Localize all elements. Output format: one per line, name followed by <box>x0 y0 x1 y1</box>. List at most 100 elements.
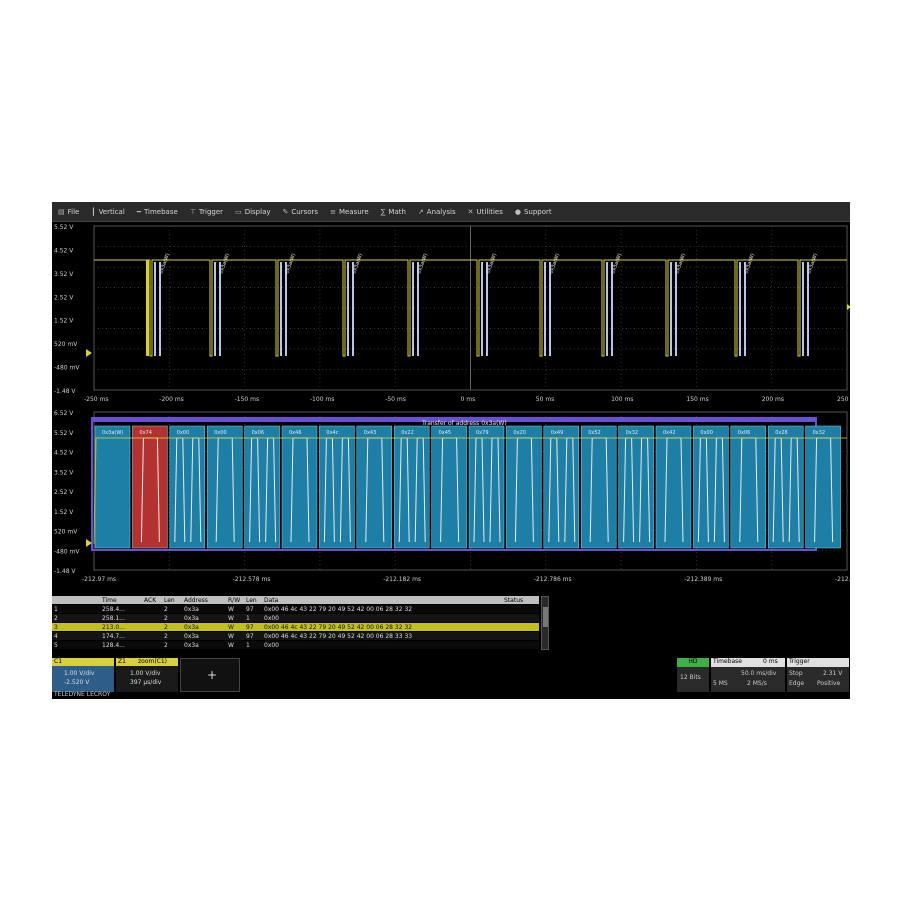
table-cell: 258.1... <box>102 614 125 622</box>
decode-byte-box <box>580 425 617 549</box>
menu-trigger[interactable]: ⊤ Trigger <box>184 202 229 221</box>
top-x-tick-label: -150 ms <box>235 396 260 403</box>
table-cell: 1 <box>246 614 250 622</box>
decode-byte-box <box>94 425 131 549</box>
menu-timebase[interactable]: ━ Timebase <box>131 202 184 221</box>
z1-volts-div: 1.00 V/div <box>130 670 161 677</box>
main-waveform-grid[interactable]: 5.52 V 4.52 V 3.52 V 2.52 V 1.52 V 520 mV -480… <box>52 222 850 410</box>
support-icon: ● <box>514 207 521 216</box>
decode-byte-label: 0x79 <box>476 430 489 436</box>
table-cell: 2 <box>164 614 168 622</box>
decode-byte-label: 0x22 <box>401 430 414 436</box>
channel-marker-icon <box>86 349 92 357</box>
top-y-tick-label: 4.52 V <box>54 247 74 254</box>
scrollbar-thumb[interactable] <box>543 607 548 627</box>
cursors-icon: ✎ <box>282 207 289 216</box>
column-header[interactable]: Len <box>162 597 182 604</box>
menu-analysis[interactable]: ↗ Analysis <box>412 202 462 221</box>
column-header[interactable]: Data <box>262 597 502 604</box>
samples-value: 5 MS <box>713 680 728 687</box>
c1-descriptor[interactable]: C1 1.00 V/div -2.520 V <box>52 658 114 692</box>
table-cell: 1 <box>54 605 58 613</box>
table-cell: W <box>228 605 234 613</box>
top-y-tick-label: 1.52 V <box>54 318 74 325</box>
decode-byte-box <box>281 425 318 549</box>
decode-byte-label: 0x4c <box>326 430 338 436</box>
trigger-level-icon <box>847 304 850 310</box>
table-row[interactable]: 4 174.7... 2 0x3a W 97 0x00 46 4c 43 22 79 20 … <box>52 632 539 640</box>
decode-byte-label: 0x32 <box>813 430 826 436</box>
c1-label: C1 <box>54 658 63 665</box>
table-cell: 0x00 46 4c 43 22 79 20 49 52 42 00 06 28… <box>264 605 413 613</box>
column-header[interactable]: Len <box>244 597 262 604</box>
decode-byte-box <box>206 425 243 549</box>
table-cell: 213.0... <box>102 623 125 631</box>
display-icon: ▭ <box>235 207 242 216</box>
column-header[interactable]: Status <box>502 597 539 604</box>
timebase-panel[interactable]: Timebase 0 ms 50.0 ms/div 5 MS 2 MS/s <box>711 658 785 692</box>
menu-utilities[interactable]: ✕ Utilities <box>462 202 509 221</box>
column-header[interactable]: Time <box>100 597 142 604</box>
add-icon: + <box>207 668 218 682</box>
decode-byte-label: 0x06 <box>252 430 265 436</box>
table-cell: 0x3a <box>184 623 199 631</box>
table-row[interactable]: 2 258.1... 2 0x3a W 1 0x00 <box>52 614 539 622</box>
bus-burst <box>481 262 483 356</box>
hd-panel[interactable]: HD 12 Bits <box>677 658 709 692</box>
bus-burst <box>154 262 156 356</box>
zoom-y-tick-label: -480 mV <box>54 548 80 555</box>
z1-label: Z1 <box>118 658 126 665</box>
z1-descriptor[interactable]: Z1 zoom(C1) 1.00 V/div 397 µs/div <box>116 658 178 692</box>
menu-math[interactable]: ∑ Math <box>375 202 412 221</box>
table-cell: 1 <box>246 641 250 649</box>
bus-burst <box>285 262 287 356</box>
table-scrollbar[interactable] <box>541 596 549 650</box>
menu-vertical[interactable]: ┃ Vertical <box>85 202 130 221</box>
menu-cursors[interactable]: ✎ Cursors <box>277 202 325 221</box>
bus-burst <box>214 262 216 356</box>
table-row[interactable]: 5 128.4... 2 0x3a W 1 0x00 <box>52 641 539 649</box>
menu-measure[interactable]: ≡ Measure <box>324 202 375 221</box>
top-x-tick-label: 0 ms <box>461 396 476 403</box>
zoom-waveform-grid[interactable]: 6.52 V 5.52 V 4.52 V 3.52 V 2.52 V 1.52 V 520 … <box>52 410 850 594</box>
table-row[interactable]: 1 258.4... 2 0x3a W 97 0x00 46 4c 43 22 79 20 … <box>52 605 539 613</box>
bus-burst <box>280 262 282 356</box>
bits-value: 12 Bits <box>680 674 701 681</box>
utilities-icon: ✕ <box>467 207 474 216</box>
top-y-tick-label: 520 mV <box>54 341 78 348</box>
menu-label: Display <box>244 207 271 216</box>
decode-byte-label: 0x06 <box>738 430 751 436</box>
table-cell: 2 <box>164 641 168 649</box>
menu-file[interactable]: ▤ File <box>52 202 85 221</box>
decode-table[interactable]: Time ACK Len Address R/W Len Data Status 1 258.4.… <box>52 596 549 656</box>
menu-support[interactable]: ● Support <box>509 202 558 221</box>
decode-byte-box <box>805 425 841 549</box>
decode-byte-label: 0x43 <box>364 430 377 436</box>
decode-byte-label: 0x00 <box>177 430 190 436</box>
column-header[interactable]: R/W <box>226 597 244 604</box>
add-channel-button[interactable]: + <box>180 658 240 692</box>
trigger-panel[interactable]: Trigger Stop 2.31 V Edge Positive <box>787 658 849 692</box>
zoom-x-tick-label: -212.97 ms <box>82 576 116 583</box>
column-header[interactable]: ACK <box>142 597 162 604</box>
z1-time-div: 397 µs/div <box>130 679 162 686</box>
table-cell: 258.4... <box>102 605 125 613</box>
analysis-icon: ↗ <box>417 207 424 216</box>
decode-byte-label: 0x00 <box>700 430 713 436</box>
table-cell: W <box>228 623 234 631</box>
table-row[interactable]: 3 213.0... 2 0x3a W 97 0x00 46 4c 43 22 79 20 … <box>52 623 539 631</box>
menu-label: Timebase <box>143 207 178 216</box>
bus-burst <box>802 262 804 356</box>
trigger-burst <box>146 260 149 356</box>
trigger-label: Trigger <box>789 658 810 665</box>
column-header[interactable]: Address <box>182 597 226 604</box>
table-cell: 0x00 46 4c 43 22 79 20 49 52 42 00 06 28… <box>264 632 413 640</box>
decode-byte-box <box>730 425 767 549</box>
decode-byte-label: 0x28 <box>775 430 788 436</box>
z1-source: zoom(C1) <box>138 658 168 665</box>
bus-burst <box>352 262 354 356</box>
table-cell: 97 <box>246 632 254 640</box>
menu-display[interactable]: ▭ Display <box>229 202 276 221</box>
timebase-icon: ━ <box>136 207 141 216</box>
zoom-y-tick-label: 2.52 V <box>54 489 74 496</box>
